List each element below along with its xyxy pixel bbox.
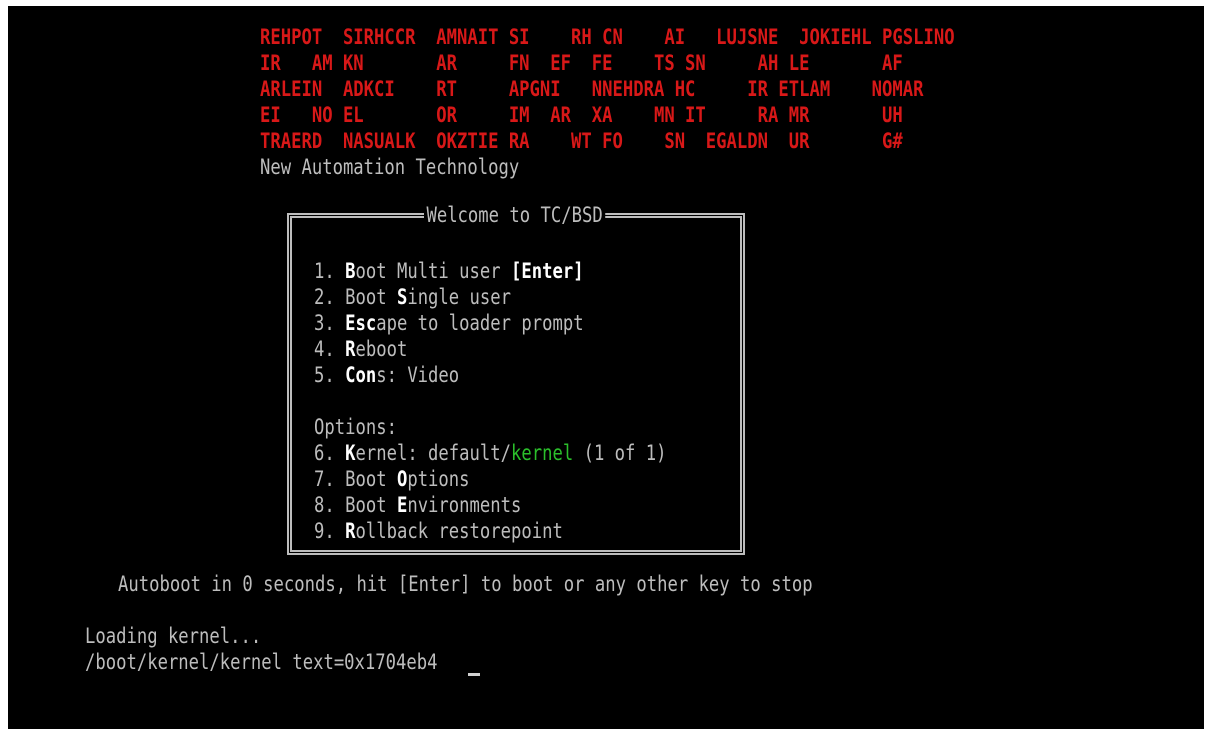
item-number: 1.	[314, 259, 346, 283]
hotkey: O	[396, 467, 408, 491]
item-label: Boot	[345, 493, 397, 517]
item-label: Boot	[345, 285, 397, 309]
logo-row: REHPOT SIRHCCR AMNAIT SI RH CN AI LUJSNE…	[260, 25, 955, 49]
item-label: Boot	[345, 467, 397, 491]
hotkey: Con	[345, 363, 377, 387]
hotkey: R	[345, 519, 356, 543]
console-screen: REHPOT SIRHCCR AMNAIT SI RH CN AI LUJSNE…	[8, 6, 1204, 729]
item-label: nvironments	[407, 493, 522, 517]
item-number: 9.	[314, 519, 346, 543]
item-number: 5.	[314, 363, 346, 387]
hotkey: E	[396, 493, 408, 517]
menu-item-escape-loader[interactable]: 3. Escape to loader prompt	[314, 310, 584, 336]
item-number: 7.	[314, 467, 346, 491]
item-number: 8.	[314, 493, 346, 517]
item-label: ingle user	[407, 285, 512, 309]
item-label: s: Video	[376, 363, 460, 387]
autoboot-countdown: Autoboot in 0 seconds, hit [Enter] to bo…	[118, 572, 813, 596]
item-number: 6.	[314, 441, 346, 465]
kernel-count: (1 of 1)	[573, 441, 667, 465]
options-heading: Options:	[314, 415, 397, 439]
tagline: New Automation Technology	[260, 155, 520, 179]
item-label: eboot	[355, 337, 408, 361]
item-label: ollback restorepoint	[355, 519, 563, 543]
logo-row: IR AM KN AR FN EF FE TS SN AH LE AF	[260, 51, 903, 75]
item-label: ptions	[407, 467, 470, 491]
hotkey: Esc	[345, 311, 377, 335]
hotkey: S	[396, 285, 408, 309]
kernel-load-line: /boot/kernel/kernel text=0x1704eb4	[85, 650, 438, 674]
default-key-hint: [Enter]	[511, 259, 584, 283]
logo-row: EI NO EL OR IM AR XA MN IT RA MR UH	[260, 103, 903, 127]
text-cursor	[468, 673, 480, 676]
item-number: 3.	[314, 311, 346, 335]
hotkey: B	[345, 259, 356, 283]
item-label: oot Multi user	[355, 259, 512, 283]
menu-item-console[interactable]: 5. Cons: Video	[314, 362, 459, 388]
boot-menu-title: Welcome to TC/BSD	[424, 202, 606, 228]
logo-row: TRAERD NASUALK OKZTIE RA WT FO SN EGALDN…	[260, 129, 903, 153]
menu-item-boot-environments[interactable]: 8. Boot Environments	[314, 492, 521, 518]
menu-item-reboot[interactable]: 4. Reboot	[314, 336, 407, 362]
item-number: 4.	[314, 337, 346, 361]
menu-item-boot-single-user[interactable]: 2. Boot Single user	[314, 284, 511, 310]
menu-item-kernel[interactable]: 6. Kernel: default/kernel (1 of 1)	[314, 440, 667, 466]
kernel-name: kernel	[511, 441, 574, 465]
hotkey: K	[345, 441, 356, 465]
logo-row: ARLEIN ADKCI RT APGNI NNEHDRA HC IR ETLA…	[260, 77, 924, 101]
menu-item-boot-options[interactable]: 7. Boot Options	[314, 466, 470, 492]
menu-item-boot-multi-user[interactable]: 1. Boot Multi user [Enter]	[314, 258, 584, 284]
loading-message: Loading kernel...	[85, 624, 262, 648]
item-label: ernel: default/	[355, 441, 512, 465]
item-number: 2.	[314, 285, 346, 309]
item-label: ape to loader prompt	[376, 311, 584, 335]
menu-item-rollback[interactable]: 9. Rollback restorepoint	[314, 518, 563, 544]
hotkey: R	[345, 337, 356, 361]
